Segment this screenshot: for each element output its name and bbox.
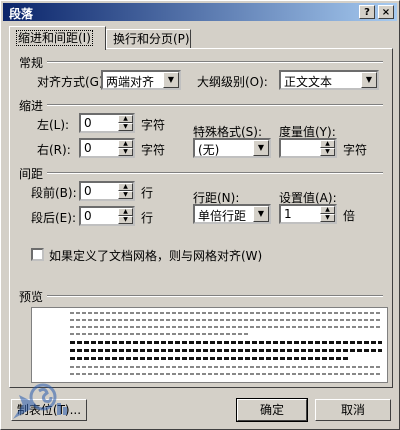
spin-up-icon[interactable]: ▲ [320, 206, 335, 214]
grid-align-checkbox[interactable] [31, 248, 44, 261]
preview-line-current [70, 349, 382, 352]
preview-line-current [70, 357, 350, 360]
left-indent-value: 0 [84, 116, 92, 130]
grid-align-label[interactable]: 如果定义了文档网格，则与网格对齐(W) [49, 247, 262, 264]
setting-value: 1 [284, 207, 292, 221]
dialog-title: 段落 [9, 7, 34, 21]
watermark-bar [57, 403, 61, 415]
spin-down-icon[interactable]: ▼ [320, 214, 335, 222]
preview-line [70, 366, 382, 368]
spin-up-icon[interactable]: ▲ [118, 183, 133, 191]
preview-line [70, 333, 250, 335]
spin-down-icon[interactable]: ▼ [118, 216, 133, 224]
left-indent-unit: 字符 [141, 118, 166, 132]
watermark-logo-icon [13, 383, 67, 419]
right-indent-label: 右(R): [37, 143, 71, 157]
chevron-down-icon[interactable]: ▼ [361, 72, 377, 88]
outline-level-label: 大纲级别(O): [197, 75, 268, 89]
spin-down-icon[interactable]: ▼ [118, 148, 133, 156]
spin-up-icon[interactable]: ▲ [118, 140, 133, 148]
space-after-value: 0 [84, 209, 92, 223]
tab-line-page-breaks[interactable]: 换行和分页(P) [106, 29, 191, 49]
alignment-label: 对齐方式(G): [37, 75, 108, 89]
watermark-s-glyph [38, 387, 53, 403]
spin-down-icon[interactable]: ▼ [118, 191, 133, 199]
measure-spinner[interactable]: ▲ ▼ [279, 138, 337, 158]
special-format-value: (无) [198, 143, 220, 157]
preview-line [70, 373, 382, 375]
setting-value-spinner[interactable]: 1 ▲ ▼ [279, 204, 337, 224]
title-bar: 段落 ? × [3, 3, 397, 21]
left-indent-spinner[interactable]: 0 ▲ ▼ [79, 113, 135, 133]
paragraph-dialog: 段落 ? × 缩进和间距(I) 换行和分页(P) 常规 对齐方式(G): 两端对… [0, 0, 400, 430]
paragraph-preview [31, 307, 388, 383]
preview-line [70, 319, 382, 321]
chevron-down-icon[interactable]: ▼ [253, 206, 269, 222]
preview-line [70, 326, 382, 328]
divider-spacing [47, 172, 383, 174]
setting-value-unit: 倍 [343, 209, 356, 223]
space-before-value: 0 [84, 184, 92, 198]
close-button[interactable]: × [378, 5, 394, 19]
space-before-spinner[interactable]: 0 ▲ ▼ [79, 181, 135, 201]
section-spacing: 间距 [19, 167, 44, 181]
line-spacing-select[interactable]: 单倍行距 ▼ [193, 204, 271, 224]
space-after-spinner[interactable]: 0 ▲ ▼ [79, 206, 135, 226]
measure-unit: 字符 [343, 143, 368, 157]
cancel-button[interactable]: 取消 [315, 399, 391, 421]
spin-down-icon[interactable]: ▼ [320, 148, 335, 156]
right-indent-unit: 字符 [141, 143, 166, 157]
space-after-unit: 行 [141, 211, 154, 225]
spin-up-icon[interactable]: ▲ [118, 208, 133, 216]
spin-up-icon[interactable]: ▲ [320, 140, 335, 148]
alignment-value: 两端对齐 [106, 75, 155, 89]
right-indent-value: 0 [84, 141, 92, 155]
section-indent: 缩进 [19, 99, 44, 113]
alignment-select[interactable]: 两端对齐 ▼ [101, 70, 181, 90]
space-before-label: 段前(B): [31, 186, 77, 200]
section-general: 常规 [19, 56, 44, 70]
help-button[interactable]: ? [359, 5, 375, 19]
divider-general [47, 61, 383, 63]
preview-line [70, 312, 382, 314]
spin-down-icon[interactable]: ▼ [118, 123, 133, 131]
space-after-label: 段后(E): [31, 211, 76, 225]
chevron-down-icon[interactable]: ▼ [253, 140, 269, 156]
space-before-unit: 行 [141, 186, 154, 200]
chevron-down-icon[interactable]: ▼ [163, 72, 179, 88]
right-indent-spinner[interactable]: 0 ▲ ▼ [79, 138, 135, 158]
section-preview: 预览 [19, 290, 44, 304]
spin-up-icon[interactable]: ▲ [118, 115, 133, 123]
watermark-bar [63, 407, 67, 415]
special-format-select[interactable]: (无) ▼ [193, 138, 271, 158]
left-indent-label: 左(L): [37, 118, 70, 132]
preview-line-current [70, 341, 382, 344]
ok-button[interactable]: 确定 [236, 398, 308, 422]
divider-preview [47, 295, 383, 297]
line-spacing-value: 单倍行距 [198, 209, 247, 223]
tab-indent-spacing[interactable]: 缩进和间距(I) [9, 26, 106, 50]
outline-level-select[interactable]: 正文文本 ▼ [279, 70, 379, 90]
divider-indent [47, 104, 383, 106]
outline-level-value: 正文文本 [284, 75, 333, 89]
